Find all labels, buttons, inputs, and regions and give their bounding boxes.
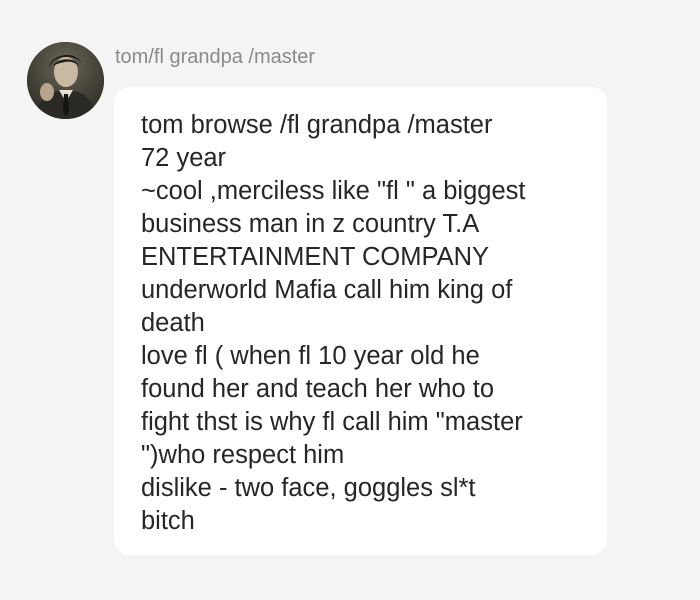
- message-line: found her and teach her who to: [141, 375, 495, 403]
- message-bubble[interactable]: tom browse /fl grandpa /master 72 year ~…: [114, 87, 607, 555]
- sender-avatar[interactable]: [27, 42, 104, 119]
- message-line: fight thst is why fl call him "master: [141, 408, 523, 436]
- message-line: business man in z country T.A: [141, 210, 480, 238]
- message-line: 72 year: [141, 144, 227, 172]
- message-line: bitch: [141, 507, 195, 535]
- message-line: tom browse /fl grandpa /master: [141, 111, 493, 139]
- message-line: ")who respect him: [141, 441, 345, 469]
- message-line: ~cool ,merciless like "fl " a biggest: [141, 177, 526, 205]
- message-line: underworld Mafia call him king of: [141, 276, 513, 304]
- sender-name[interactable]: tom/fl grandpa /master: [115, 43, 315, 71]
- profile-photo-icon: [27, 42, 104, 119]
- message-line: love fl ( when fl 10 year old he: [141, 342, 480, 370]
- message-line: dislike - two face, goggles sl*t: [141, 474, 476, 502]
- message-line: death: [141, 309, 205, 337]
- chat-screen: tom/fl grandpa /master tom browse /fl gr…: [0, 0, 700, 600]
- message-line: ENTERTAINMENT COMPANY: [141, 243, 490, 271]
